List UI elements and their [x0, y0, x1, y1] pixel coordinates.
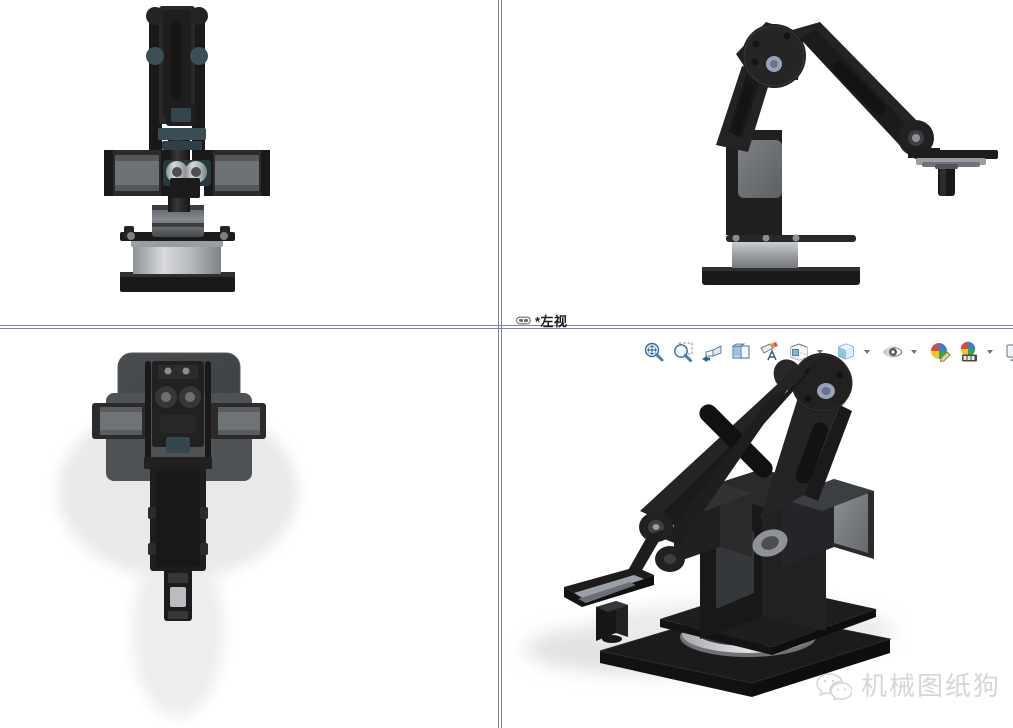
view-label-text: *左视 — [535, 314, 568, 329]
splitter-line — [498, 0, 499, 728]
viewport-isometric-view[interactable]: Y Z X — [504, 331, 1013, 728]
previous-view-icon[interactable] — [698, 338, 726, 366]
zoom-to-area-icon[interactable] — [669, 338, 697, 366]
view-settings-icon[interactable] — [1002, 338, 1013, 366]
viewport-front-view[interactable] — [0, 0, 498, 325]
robot-arm-isometric-view — [524, 353, 894, 697]
wechat-watermark: 机械图纸狗 — [816, 672, 1001, 700]
viewport-splitter-horizontal[interactable] — [0, 324, 1013, 331]
solidworks-graphics-area: Y Z X — [0, 0, 1013, 728]
viewport-left-view[interactable]: Y Z X — [504, 0, 1013, 325]
splitter-line — [0, 325, 1013, 326]
viewport-splitter-vertical[interactable] — [497, 0, 504, 728]
splitter-line — [501, 0, 502, 728]
link-chain-icon — [516, 316, 531, 325]
display-style-caret-icon[interactable] — [861, 339, 872, 365]
dynamic-annotation-icon[interactable] — [756, 338, 784, 366]
robot-arm-top-view — [58, 352, 298, 717]
wechat-logo-icon — [816, 673, 852, 700]
heads-up-view-toolbar[interactable] — [640, 337, 1013, 367]
hide-show-items-caret-icon[interactable] — [908, 339, 919, 365]
apply-scene-caret-icon[interactable] — [984, 339, 995, 365]
watermark-text: 机械图纸狗 — [861, 671, 1002, 701]
view-label-left: *左视 — [516, 311, 568, 330]
apply-scene-icon[interactable] — [955, 338, 983, 366]
zoom-to-fit-icon[interactable] — [640, 338, 668, 366]
view-orientation-icon[interactable] — [785, 338, 813, 366]
splitter-line — [0, 328, 1013, 329]
display-style-icon[interactable] — [832, 338, 860, 366]
viewport-top-view[interactable] — [0, 331, 498, 728]
robot-arm-front-view — [104, 6, 270, 292]
robot-arm-left-view — [702, 22, 998, 285]
hide-show-items-icon[interactable] — [879, 338, 907, 366]
view-orientation-caret-icon[interactable] — [814, 339, 825, 365]
section-view-icon[interactable] — [727, 338, 755, 366]
edit-appearance-icon[interactable] — [926, 338, 954, 366]
